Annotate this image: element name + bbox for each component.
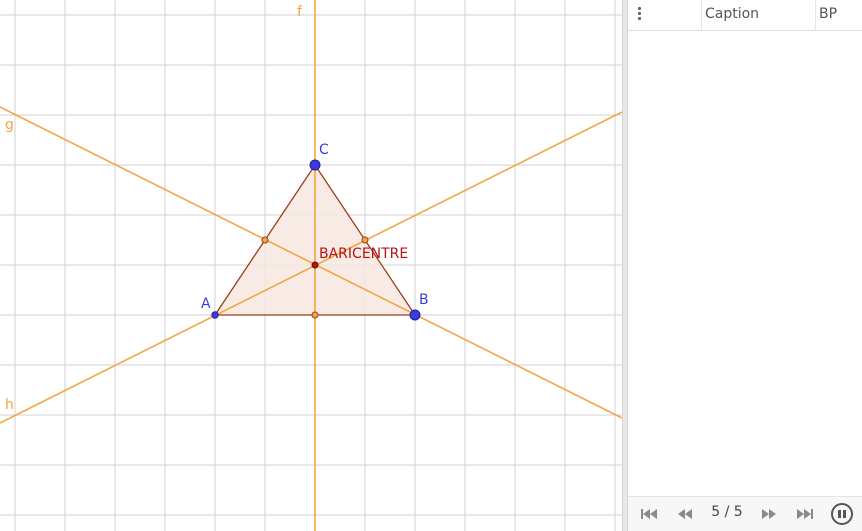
midpoint-bc[interactable] bbox=[361, 236, 369, 244]
label-c: C bbox=[319, 142, 329, 158]
protocol-header: Caption BP bbox=[628, 0, 862, 31]
graphics-view[interactable]: f g h A B C BARICENTRE bbox=[0, 0, 622, 531]
label-f: f bbox=[297, 4, 303, 20]
step-counter: 5 / 5 bbox=[711, 504, 743, 520]
construction-protocol-panel: Caption BP 5 / 5 bbox=[628, 0, 862, 531]
skip-to-first-icon[interactable] bbox=[638, 505, 660, 523]
label-a: A bbox=[201, 296, 211, 312]
step-forward-icon[interactable] bbox=[758, 505, 780, 523]
line-g[interactable] bbox=[0, 106, 622, 419]
pause-icon[interactable] bbox=[831, 503, 853, 525]
label-b: B bbox=[419, 292, 429, 308]
skip-to-last-icon[interactable] bbox=[794, 505, 816, 523]
vertical-dots-icon[interactable] bbox=[638, 7, 642, 23]
column-header-caption[interactable]: Caption bbox=[702, 0, 816, 31]
vertex-a[interactable] bbox=[211, 311, 219, 319]
label-h: h bbox=[5, 397, 14, 413]
protocol-navigation-bar: 5 / 5 bbox=[628, 496, 862, 531]
label-baricentre: BARICENTRE bbox=[319, 246, 408, 262]
label-g: g bbox=[5, 117, 14, 133]
midpoint-ac[interactable] bbox=[261, 236, 269, 244]
vertex-b[interactable] bbox=[409, 309, 421, 321]
column-menu-cell[interactable] bbox=[628, 0, 702, 31]
column-header-bp[interactable]: BP bbox=[816, 0, 860, 31]
line-h[interactable] bbox=[0, 111, 622, 424]
centroid-point[interactable] bbox=[311, 261, 319, 269]
vertex-c[interactable] bbox=[309, 159, 321, 171]
midpoint-ab[interactable] bbox=[311, 311, 319, 319]
geometry-canvas[interactable]: f g h A B C BARICENTRE bbox=[0, 0, 622, 531]
step-back-icon[interactable] bbox=[674, 505, 696, 523]
